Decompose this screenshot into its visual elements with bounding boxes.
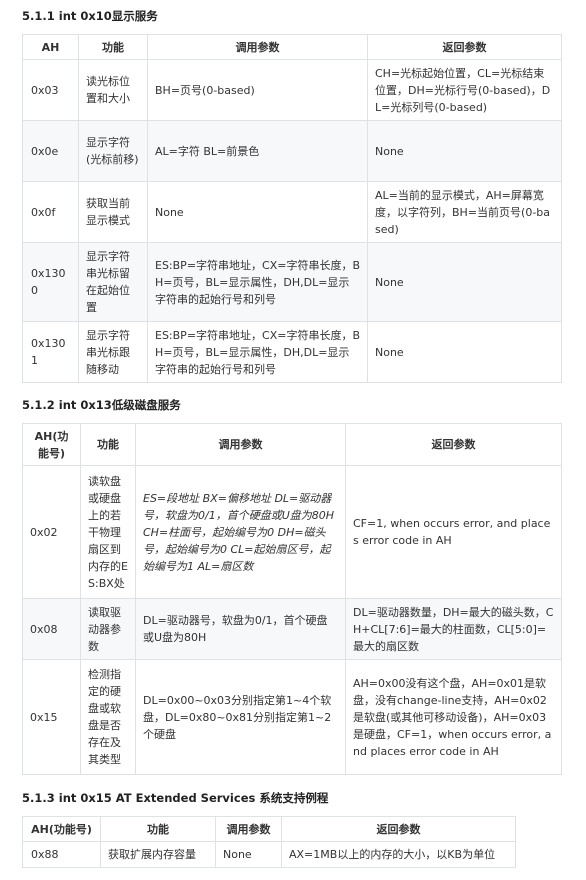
cell-function: 获取扩展内存容量 (100, 841, 216, 868)
cell-function: 检测指定的硬盘或软盘是否存在及其类型 (80, 659, 136, 775)
cell-return-params: DL=驱动器数量，DH=最大的磁头数，CH+CL[7:6]=最大的柱面数，CL[… (345, 598, 562, 660)
cell-ah: 0x88 (22, 841, 101, 868)
table-row: 0x08 读取驱动器参数 DL=驱动器号，软盘为0/1，首个硬盘或U盘为80H … (22, 598, 562, 660)
section-2-title: 5.1.2 int 0x13低级磁盘服务 (22, 398, 181, 412)
int10-table: AH 功能 调用参数 返回参数 0x03 读光标位置和大小 BH=页号(0-ba… (22, 34, 562, 383)
header-call-params: 调用参数 (147, 34, 368, 60)
cell-call-params: DL=0x00~0x03分别指定第1~4个软盘，DL=0x80~0x81分别指定… (135, 659, 346, 775)
header-ah: AH(功能号) (22, 423, 81, 466)
header-return-params: 返回参数 (367, 34, 562, 60)
document-page: { "section1": { "title": "5.1.1 int 0x10… (0, 0, 586, 880)
cell-call-params: DL=驱动器号，软盘为0/1，首个硬盘或U盘为80H (135, 598, 346, 660)
header-call-params: 调用参数 (135, 423, 346, 466)
cell-call-params: None (147, 181, 368, 243)
cell-ah: 0x03 (22, 59, 79, 121)
cell-function: 显示字符串光标留在起始位置 (78, 242, 148, 322)
cell-call-params: ES:BP=字符串地址，CX=字符串长度，BH=页号，BL=显示属性，DH,DL… (147, 321, 368, 383)
cell-function: 显示字符(光标前移) (78, 120, 148, 182)
cell-ah: 0x08 (22, 598, 81, 660)
cell-call-params: None (215, 841, 282, 868)
section-1-title: 5.1.1 int 0x10显示服务 (22, 9, 158, 23)
table-header-row: AH 功能 调用参数 返回参数 (22, 34, 562, 60)
table-row: 0x03 读光标位置和大小 BH=页号(0-based) CH=光标起始位置，C… (22, 59, 562, 121)
cell-ah: 0x02 (22, 465, 81, 599)
table-header-row: AH(功能号) 功能 调用参数 返回参数 (22, 816, 516, 842)
header-ah: AH(功能号) (22, 816, 101, 842)
cell-ah: 0x15 (22, 659, 81, 775)
cell-ah: 0x1301 (22, 321, 79, 383)
cell-return-params: CF=1, when occurs error, and places erro… (345, 465, 562, 599)
cell-function: 读光标位置和大小 (78, 59, 148, 121)
header-return-params: 返回参数 (281, 816, 516, 842)
table-row: 0x0f 获取当前显示模式 None AL=当前的显示模式，AH=屏幕宽度，以字… (22, 181, 562, 243)
header-ah: AH (22, 34, 79, 60)
header-function: 功能 (78, 34, 148, 60)
table-row: 0x02 读软盘或硬盘上的若干物理扇区到内存的ES:BX处 ES=段地址 BX=… (22, 465, 562, 599)
table-row: 0x1301 显示字符串光标跟随移动 ES:BP=字符串地址，CX=字符串长度，… (22, 321, 562, 383)
int13-table: AH(功能号) 功能 调用参数 返回参数 0x02 读软盘或硬盘上的若干物理扇区… (22, 423, 562, 775)
header-return-params: 返回参数 (345, 423, 562, 466)
cell-ah: 0x0f (22, 181, 79, 243)
cell-return-params: None (367, 120, 562, 182)
header-function: 功能 (100, 816, 216, 842)
section-3-title: 5.1.3 int 0x15 AT Extended Services 系统支持… (22, 791, 329, 805)
cell-return-params: None (367, 242, 562, 322)
cell-function: 显示字符串光标跟随移动 (78, 321, 148, 383)
cell-return-params: AH=0x00没有这个盘，AH=0x01是软盘，没有change-line支持，… (345, 659, 562, 775)
header-function: 功能 (80, 423, 136, 466)
int15-table: AH(功能号) 功能 调用参数 返回参数 0x88 获取扩展内存容量 None … (22, 816, 516, 868)
cell-return-params: CH=光标起始位置，CL=光标结束位置，DH=光标行号(0-based)，DL=… (367, 59, 562, 121)
cell-return-params: AL=当前的显示模式，AH=屏幕宽度，以字符列，BH=当前页号(0-based) (367, 181, 562, 243)
table-header-row: AH(功能号) 功能 调用参数 返回参数 (22, 423, 562, 466)
cell-function: 读取驱动器参数 (80, 598, 136, 660)
cell-ah: 0x1300 (22, 242, 79, 322)
cell-call-params: ES:BP=字符串地址，CX=字符串长度，BH=页号，BL=显示属性，DH,DL… (147, 242, 368, 322)
header-call-params: 调用参数 (215, 816, 282, 842)
cell-call-params: AL=字符 BL=前景色 (147, 120, 368, 182)
cell-function: 读软盘或硬盘上的若干物理扇区到内存的ES:BX处 (80, 465, 136, 599)
cell-call-params: ES=段地址 BX=偏移地址 DL=驱动器号，软盘为0/1，首个硬盘或U盘为80… (135, 465, 346, 599)
table-row: 0x0e 显示字符(光标前移) AL=字符 BL=前景色 None (22, 120, 562, 182)
table-row: 0x15 检测指定的硬盘或软盘是否存在及其类型 DL=0x00~0x03分别指定… (22, 659, 562, 775)
cell-return-params: None (367, 321, 562, 383)
cell-return-params: AX=1MB以上的内存的大小，以KB为单位 (281, 841, 516, 868)
cell-function: 获取当前显示模式 (78, 181, 148, 243)
table-row: 0x88 获取扩展内存容量 None AX=1MB以上的内存的大小，以KB为单位 (22, 841, 516, 868)
table-row: 0x1300 显示字符串光标留在起始位置 ES:BP=字符串地址，CX=字符串长… (22, 242, 562, 322)
cell-call-params: BH=页号(0-based) (147, 59, 368, 121)
cell-ah: 0x0e (22, 120, 79, 182)
